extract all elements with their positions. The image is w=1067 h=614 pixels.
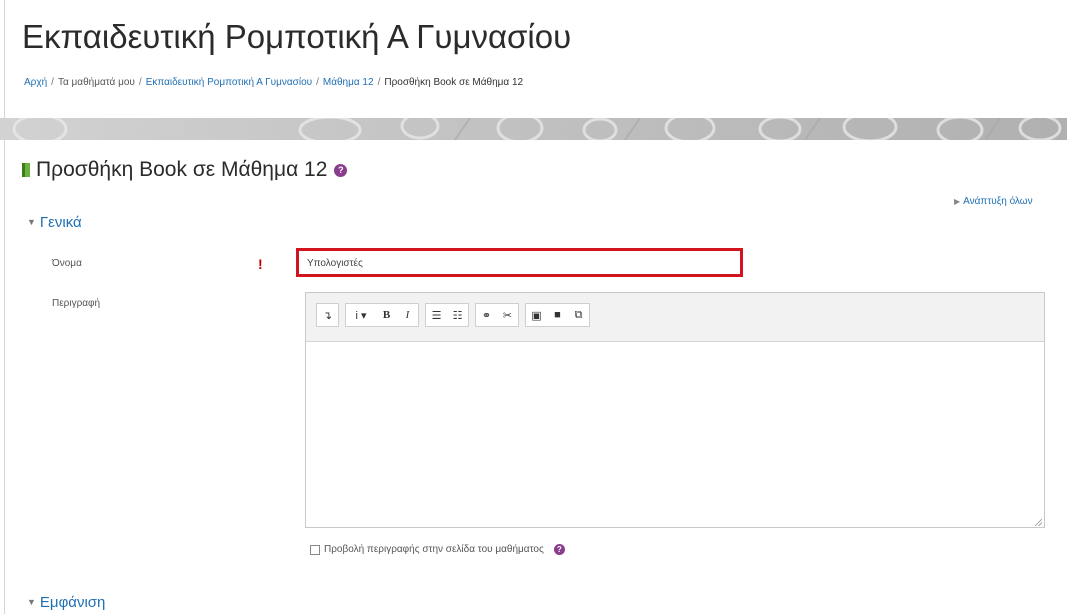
activity-title-text: Προσθήκη Book σε Μάθημα 12 xyxy=(36,158,328,181)
breadcrumb: Αρχή / Τα μαθήματά μου / Εκπαιδευτική Ρομποτ… xyxy=(24,77,523,88)
ordered-list-icon[interactable]: ☷ xyxy=(447,304,468,326)
toolbar-group: i ▾ B I xyxy=(345,303,419,327)
description-label: Περιγραφή xyxy=(52,298,101,309)
breadcrumb-item: Τα μαθήματά μου xyxy=(57,77,135,88)
course-banner xyxy=(0,118,1067,140)
link-icon[interactable]: ⚭ xyxy=(476,304,497,326)
toolbar-group: ↴ xyxy=(316,303,339,327)
book-icon xyxy=(22,163,30,177)
breadcrumb-separator: / xyxy=(51,77,54,88)
expand-all-link[interactable]: ▶ Ανάπτυξη όλων xyxy=(954,196,1033,207)
section-general-label: Γενικά xyxy=(39,214,82,231)
unordered-list-icon[interactable]: ☰ xyxy=(426,304,447,326)
resize-handle-icon[interactable] xyxy=(1035,519,1042,526)
breadcrumb-item[interactable]: Εκπαιδευτική Ρομποτική Α Γυμνασίου xyxy=(146,77,312,88)
required-icon: ! xyxy=(258,256,263,272)
breadcrumb-item[interactable]: Αρχή xyxy=(24,77,47,88)
chevron-down-icon: ▼ xyxy=(27,217,36,227)
section-header-general[interactable]: ▼ Γενικά xyxy=(27,214,82,231)
description-editor: ↴ i ▾ B I ☰ ☷ ⚭ ✂ ▣ ■ ⧉ xyxy=(305,292,1045,528)
toolbar-group: ☰ ☷ xyxy=(425,303,469,327)
show-description-label: Προβολή περιγραφής στην σελίδα του μαθήμ… xyxy=(324,544,544,555)
editor-toolbar: ↴ i ▾ B I ☰ ☷ ⚭ ✂ ▣ ■ ⧉ xyxy=(306,293,1044,342)
paragraph-style-icon[interactable]: i ▾ xyxy=(346,304,376,326)
show-description-row: Προβολή περιγραφής στην σελίδα του μαθήμ… xyxy=(310,544,565,555)
breadcrumb-item: Προσθήκη Book σε Μάθημα 12 xyxy=(384,77,524,88)
help-icon[interactable]: ? xyxy=(334,163,348,177)
name-input[interactable]: Υπολογιστές xyxy=(296,248,743,277)
banner-pattern xyxy=(12,118,1062,140)
bold-icon[interactable]: B xyxy=(376,304,397,326)
unlink-icon[interactable]: ✂ xyxy=(497,304,518,326)
expand-triangle-icon: ▶ xyxy=(954,197,961,206)
section-header-appearance[interactable]: ▼ Εμφάνιση xyxy=(27,594,105,611)
toolbar-toggle-icon[interactable]: ↴ xyxy=(317,304,338,326)
breadcrumb-item[interactable]: Μάθημα 12 xyxy=(323,77,374,88)
page-edge-rule xyxy=(4,0,5,614)
description-textarea[interactable] xyxy=(306,342,1044,528)
activity-title: Προσθήκη Book σε Μάθημα 12 ? xyxy=(22,158,348,182)
manage-files-icon[interactable]: ⧉ xyxy=(568,304,589,326)
toolbar-group: ⚭ ✂ xyxy=(475,303,519,327)
chevron-down-icon: ▼ xyxy=(27,597,36,607)
course-title: Εκπαιδευτική Ρομποτική Α Γυμνασίου xyxy=(22,18,572,55)
image-icon[interactable]: ▣ xyxy=(526,304,547,326)
breadcrumb-separator: / xyxy=(377,77,381,88)
toolbar-group: ▣ ■ ⧉ xyxy=(525,303,590,327)
breadcrumb-separator: / xyxy=(138,77,142,88)
media-icon[interactable]: ■ xyxy=(547,304,568,326)
show-description-checkbox[interactable] xyxy=(310,544,320,555)
section-appearance-label: Εμφάνιση xyxy=(39,594,106,611)
breadcrumb-separator: / xyxy=(316,77,319,88)
italic-icon[interactable]: I xyxy=(397,304,418,326)
help-icon[interactable]: ? xyxy=(553,544,565,555)
expand-all-label: Ανάπτυξη όλων xyxy=(963,196,1033,207)
name-label: Όνομα xyxy=(52,258,82,269)
